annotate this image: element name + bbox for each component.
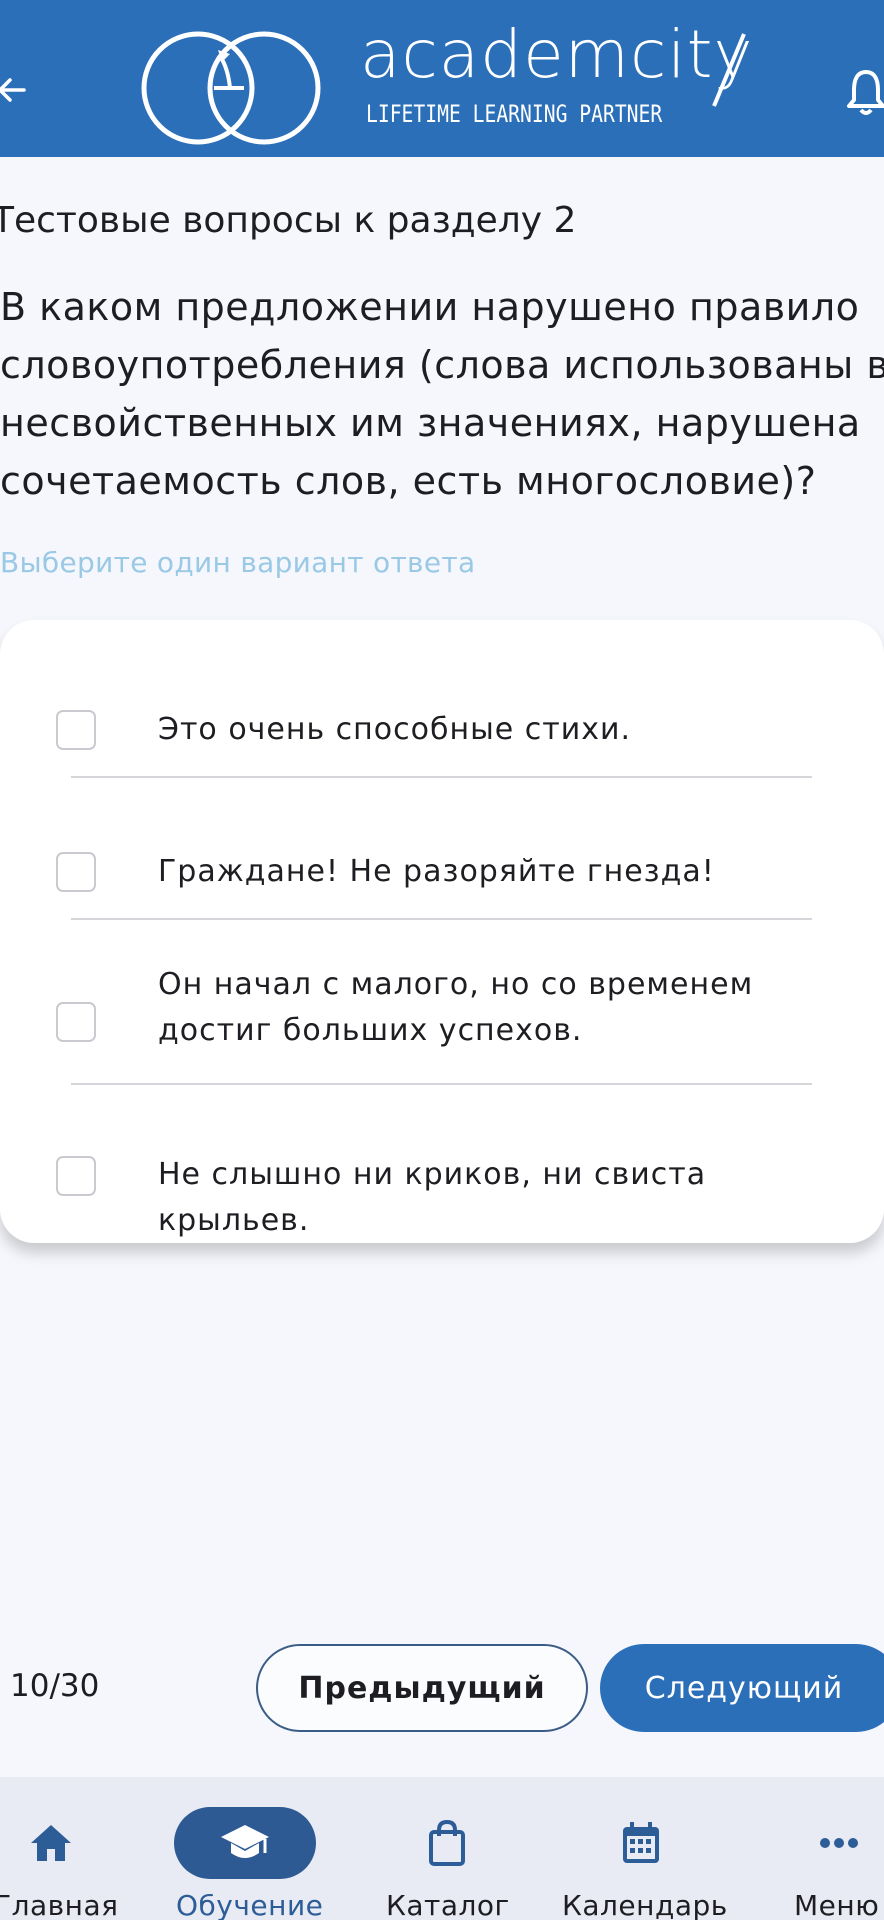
previous-button[interactable]: Предыдущий xyxy=(256,1644,588,1732)
nav-item-home[interactable]: Главная xyxy=(0,1777,118,1920)
nav-label: Главная xyxy=(0,1889,119,1920)
answer-checkbox[interactable] xyxy=(56,1002,96,1042)
graduation-cap-icon xyxy=(174,1807,316,1879)
back-button[interactable] xyxy=(0,72,30,108)
nav-label: Меню xyxy=(794,1889,880,1920)
answer-option[interactable]: Он начал с малого, но со временем достиг… xyxy=(0,958,884,1058)
answer-label: Граждане! Не разоряйте гнезда! xyxy=(158,854,715,889)
bell-icon xyxy=(847,70,884,115)
answer-checkbox[interactable] xyxy=(56,852,96,892)
app-header: academcity LIFETIME LEARNING PARTNER xyxy=(0,0,884,157)
nav-label: Обучение xyxy=(176,1889,324,1920)
answers-card: Это очень способные стихи. Граждане! Не … xyxy=(0,620,884,1243)
divider xyxy=(71,776,812,778)
nav-item-calendar[interactable]: Календарь xyxy=(560,1777,727,1920)
more-dots-icon xyxy=(814,1807,864,1879)
nav-item-catalog[interactable]: Каталог xyxy=(380,1777,510,1920)
answer-option[interactable]: Не слышно ни криков, ни свиста крыльев. xyxy=(0,1154,884,1238)
shopping-bag-icon xyxy=(416,1807,478,1879)
academcity-logo-icon xyxy=(141,31,321,145)
answer-label: Это очень способные стихи. xyxy=(158,712,632,747)
calendar-icon xyxy=(610,1807,672,1879)
home-icon xyxy=(20,1807,82,1879)
answer-label: Не слышно ни криков, ни свиста крыльев. xyxy=(158,1157,707,1238)
notifications-button[interactable] xyxy=(846,68,884,118)
answer-hint: Выберите один вариант ответа xyxy=(0,546,476,579)
nav-item-menu[interactable]: Меню xyxy=(790,1777,884,1920)
divider xyxy=(71,918,812,920)
question-text: В каком предложении нарушено правило сло… xyxy=(0,285,884,503)
divider xyxy=(71,1083,812,1085)
brand-slash-icon xyxy=(712,33,746,107)
answer-checkbox[interactable] xyxy=(56,1156,96,1196)
next-button[interactable]: Следующий xyxy=(600,1644,884,1732)
arrow-left-icon xyxy=(0,78,26,102)
brand-tagline: LIFETIME LEARNING PARTNER xyxy=(366,100,663,128)
answer-option[interactable]: Это очень способные стихи. xyxy=(0,700,884,760)
brand-name: academcity xyxy=(360,16,754,93)
nav-label: Календарь xyxy=(562,1889,728,1920)
nav-item-learning[interactable]: Обучение xyxy=(170,1777,324,1920)
question-counter: 10/30 xyxy=(10,1668,100,1704)
section-title: Тестовые вопросы к разделу 2 xyxy=(0,200,577,241)
test-question-screen: academcity LIFETIME LEARNING PARTNER Тес… xyxy=(0,0,884,1920)
answer-option[interactable]: Граждане! Не разоряйте гнезда! xyxy=(0,842,884,902)
answer-label: Он начал с малого, но со временем достиг… xyxy=(158,967,754,1048)
nav-label: Каталог xyxy=(386,1889,510,1920)
answer-checkbox[interactable] xyxy=(56,710,96,750)
bottom-navigation: Главная Обучение Каталог Календарь Меню xyxy=(0,1777,884,1920)
